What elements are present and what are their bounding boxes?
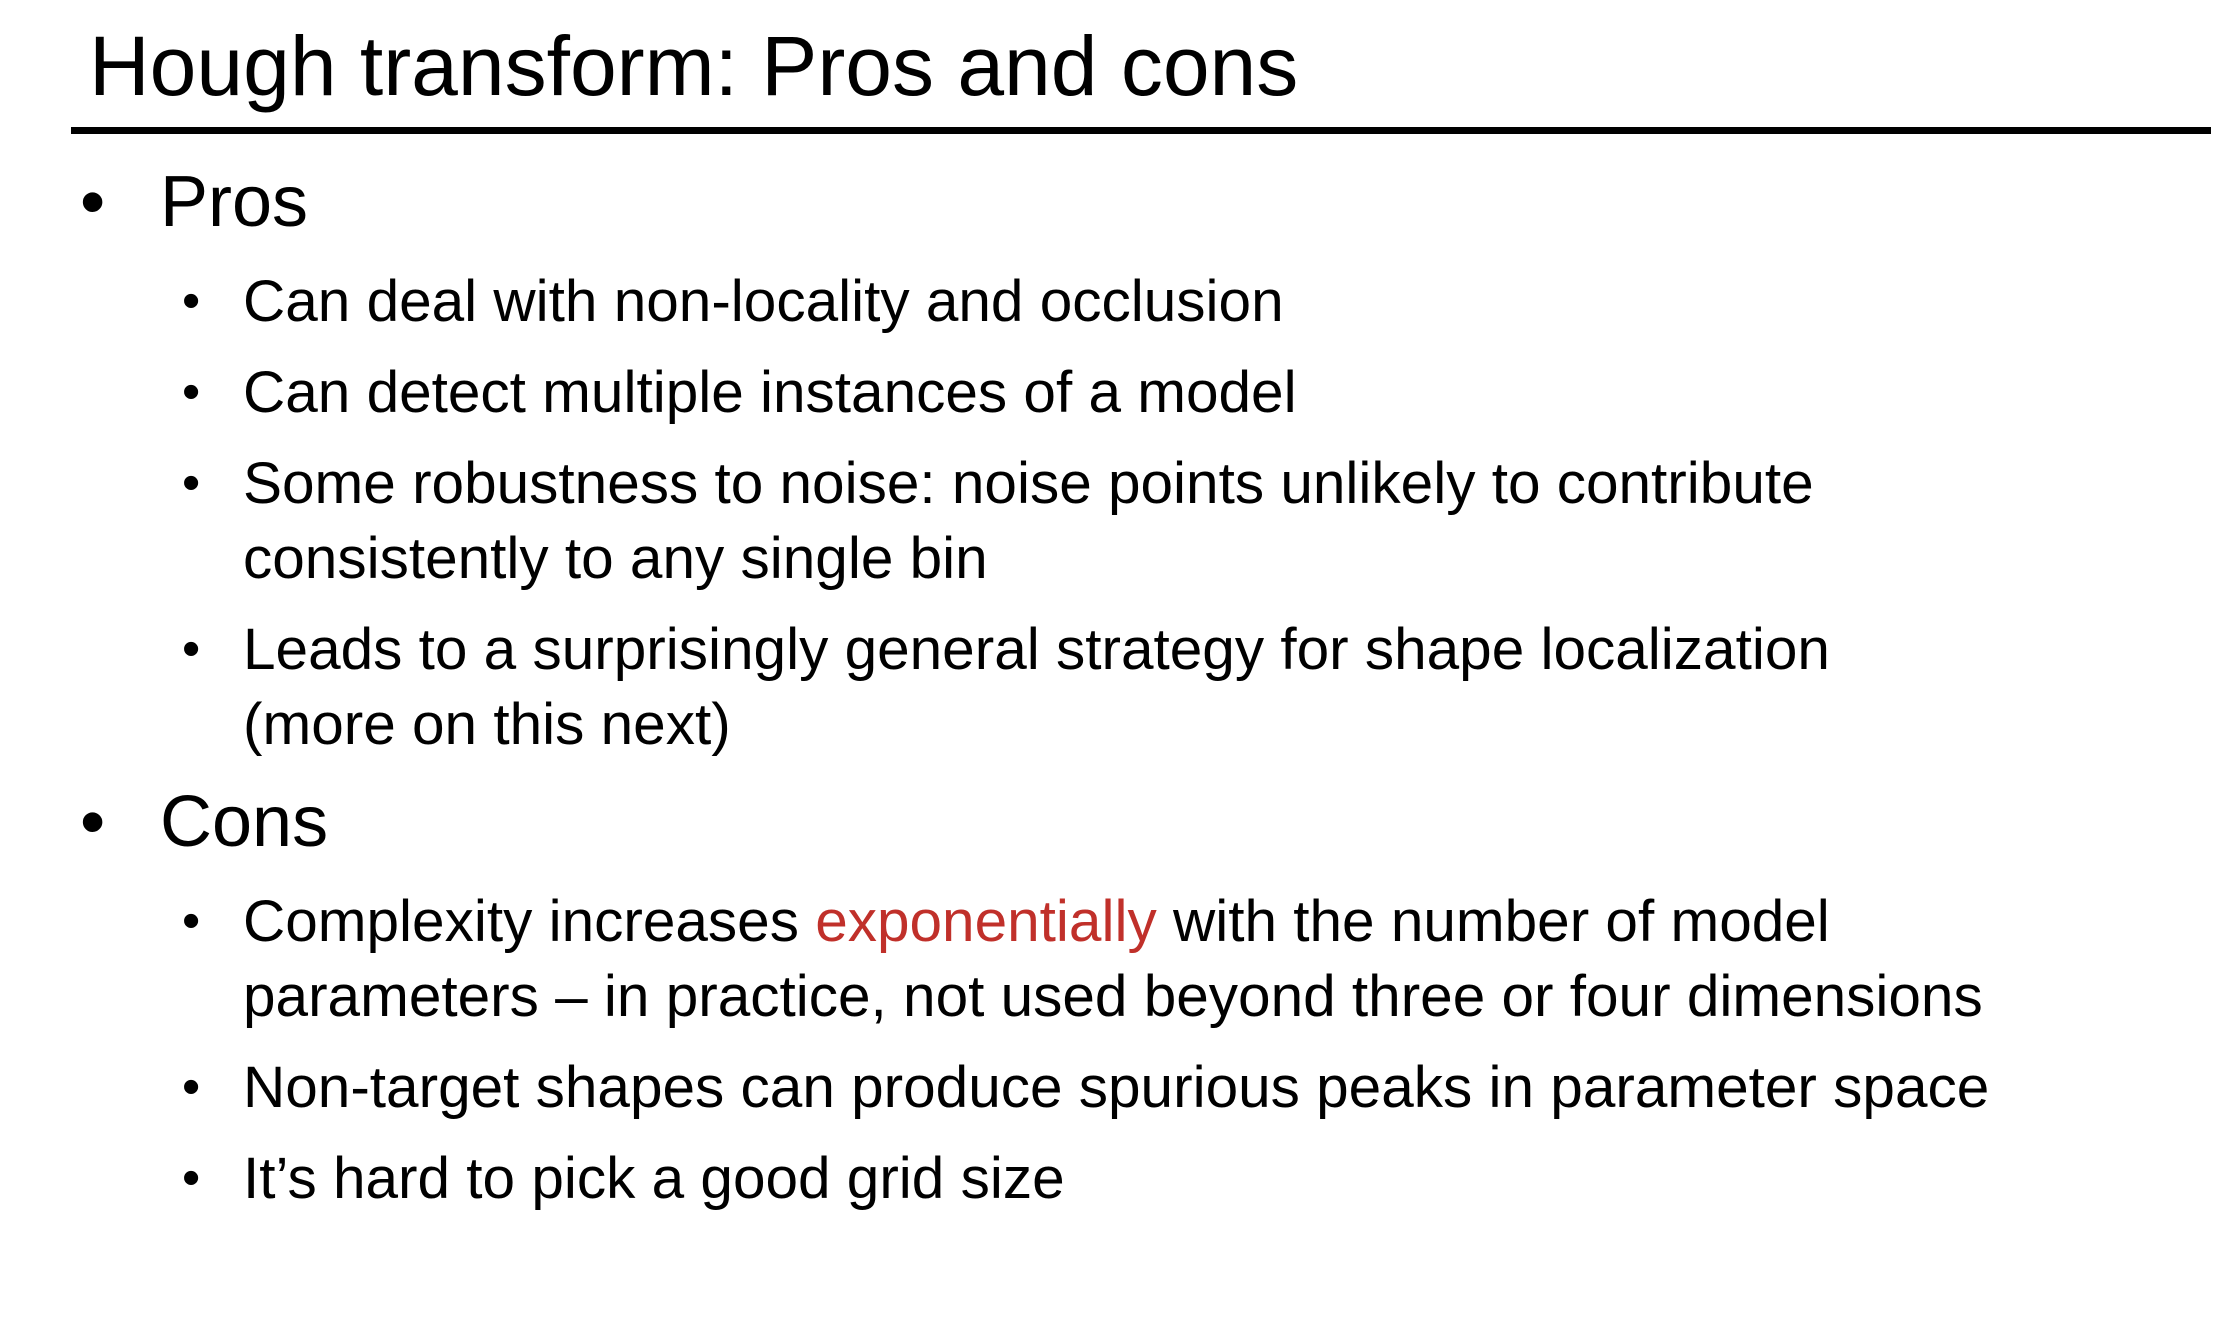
- bullet-icon: •: [182, 454, 201, 512]
- bullet-icon: •: [182, 892, 201, 950]
- list-item-text: Can deal with non-locality and occlusion: [243, 269, 1284, 334]
- title-underline: [71, 127, 2211, 134]
- section-heading-pros: Pros: [160, 162, 309, 242]
- slide-title: Hough transform: Pros and cons: [89, 19, 1299, 113]
- bullet-icon: •: [182, 1058, 201, 1116]
- list-item-text: (more on this next): [243, 692, 731, 757]
- bullet-icon: •: [182, 272, 201, 330]
- list-item-text: Complexity increases exponentially with …: [243, 884, 1830, 959]
- text-after-emphasis: with the number of model: [1156, 889, 1830, 954]
- slide: Hough transform: Pros and cons • Pros • …: [0, 0, 2240, 1336]
- bullet-icon: •: [182, 620, 201, 678]
- list-item-text: Non-target shapes can produce spurious p…: [243, 1055, 1990, 1120]
- bullet-icon: •: [182, 1149, 201, 1207]
- bullet-icon: •: [80, 782, 106, 862]
- list-item-text: parameters – in practice, not used beyon…: [243, 964, 1983, 1029]
- list-item-text: It’s hard to pick a good grid size: [243, 1146, 1065, 1211]
- list-item-text: consistently to any single bin: [243, 526, 988, 591]
- bullet-icon: •: [80, 162, 106, 242]
- section-heading-cons: Cons: [160, 782, 329, 862]
- list-item-text: Some robustness to noise: noise points u…: [243, 451, 1814, 516]
- list-item-text: Leads to a surprisingly general strategy…: [243, 617, 1830, 682]
- text-before-emphasis: Complexity increases: [243, 889, 816, 954]
- list-item-text: Can detect multiple instances of a model: [243, 360, 1297, 425]
- emphasized-word: exponentially: [815, 889, 1157, 954]
- bullet-icon: •: [182, 363, 201, 421]
